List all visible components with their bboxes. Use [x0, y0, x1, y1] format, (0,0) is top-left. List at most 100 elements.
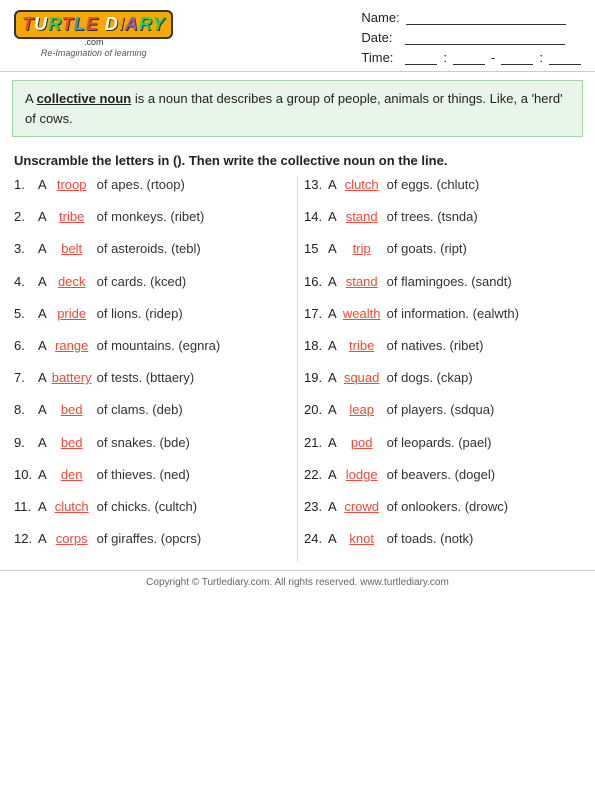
item-num: 4. [14, 273, 38, 291]
instruction: Unscramble the letters in (). Then write… [0, 145, 595, 172]
item-text: of thieves. (ned) [97, 466, 190, 484]
item-num: 8. [14, 401, 38, 419]
item-num: 3. [14, 240, 38, 258]
item-num: 15 [304, 240, 328, 258]
date-label: Date: [361, 30, 399, 45]
left-col: 1.Atroopof apes. (rtoop)2.Atribeof monke… [14, 176, 291, 562]
answer: leap [340, 401, 384, 419]
time-row: Time: : - : [361, 50, 581, 65]
list-item: 24.Aknotof toads. (notk) [304, 530, 581, 548]
item-num: 13. [304, 176, 328, 194]
content: 1.Atroopof apes. (rtoop)2.Atribeof monke… [0, 172, 595, 566]
answer: den [50, 466, 94, 484]
answer: pride [50, 305, 94, 323]
answer: stand [340, 273, 384, 291]
item-text: of natives. (ribet) [387, 337, 484, 355]
item-a: A [38, 530, 47, 548]
list-item: 9.Abedof snakes. (bde) [14, 434, 291, 452]
item-num: 9. [14, 434, 38, 452]
item-text: of toads. (notk) [387, 530, 474, 548]
item-text: of lions. (ridep) [97, 305, 183, 323]
answer: bed [50, 401, 94, 419]
answer: belt [50, 240, 94, 258]
list-item: 18.Atribeof natives. (ribet) [304, 337, 581, 355]
item-text: of dogs. (ckap) [387, 369, 473, 387]
answer: deck [50, 273, 94, 291]
item-text: of flamingoes. (sandt) [387, 273, 512, 291]
item-a: A [38, 369, 47, 387]
list-item: 16.Astandof flamingoes. (sandt) [304, 273, 581, 291]
list-item: 17.Awealthof information. (ealwth) [304, 305, 581, 323]
item-a: A [328, 498, 337, 516]
item-text: of cards. (kced) [97, 273, 187, 291]
answer: crowd [340, 498, 384, 516]
item-text: of clams. (deb) [97, 401, 183, 419]
list-item: 23.Acrowdof onlookers. (drowc) [304, 498, 581, 516]
item-num: 11. [14, 498, 38, 516]
item-num: 17. [304, 305, 328, 323]
item-num: 5. [14, 305, 38, 323]
definition-before: A [25, 91, 37, 106]
list-item: 5.Aprideof lions. (ridep) [14, 305, 291, 323]
list-item: 2.Atribeof monkeys. (ribet) [14, 208, 291, 226]
item-num: 19. [304, 369, 328, 387]
item-a: A [328, 434, 337, 452]
item-text: of leopards. (pael) [387, 434, 492, 452]
list-item: 21.Apodof leopards. (pael) [304, 434, 581, 452]
answer: lodge [340, 466, 384, 484]
list-item: 6.Arangeof mountains. (egnra) [14, 337, 291, 355]
header: TURTLE DIARY .com Re-Imagination of lear… [0, 0, 595, 72]
item-a: A [328, 273, 337, 291]
answer: troop [50, 176, 94, 194]
item-a: A [38, 208, 47, 226]
item-num: 16. [304, 273, 328, 291]
item-a: A [38, 240, 47, 258]
answer: clutch [50, 498, 94, 516]
answer: wealth [340, 305, 384, 323]
item-a: A [328, 176, 337, 194]
answer: corps [50, 530, 94, 548]
answer: knot [340, 530, 384, 548]
item-a: A [328, 240, 337, 258]
item-num: 23. [304, 498, 328, 516]
item-text: of players. (sdqua) [387, 401, 495, 419]
item-a: A [328, 466, 337, 484]
answer: range [50, 337, 94, 355]
time-line1 [405, 51, 437, 65]
column-divider [297, 176, 298, 562]
collective-noun-bold: collective noun [37, 91, 132, 106]
item-num: 14. [304, 208, 328, 226]
item-text: of giraffes. (opcrs) [97, 530, 202, 548]
list-item: 14.Astandof trees. (tsnda) [304, 208, 581, 226]
item-text: of mountains. (egnra) [97, 337, 221, 355]
logo: TURTLE DIARY [14, 10, 173, 39]
list-item: 15Atripof goats. (ript) [304, 240, 581, 258]
logo-com: .com [84, 37, 104, 47]
item-num: 6. [14, 337, 38, 355]
answer: trip [340, 240, 384, 258]
list-item: 10.Adenof thieves. (ned) [14, 466, 291, 484]
item-a: A [38, 305, 47, 323]
logo-tagline: Re-Imagination of learning [41, 48, 147, 58]
item-text: of information. (ealwth) [387, 305, 519, 323]
name-row: Name: [361, 10, 581, 25]
item-text: of beavers. (dogel) [387, 466, 495, 484]
list-item: 8.Abedof clams. (deb) [14, 401, 291, 419]
item-a: A [38, 434, 47, 452]
item-num: 21. [304, 434, 328, 452]
list-item: 3.Abeltof asteroids. (tebl) [14, 240, 291, 258]
item-num: 22. [304, 466, 328, 484]
item-num: 12. [14, 530, 38, 548]
list-item: 4.Adeckof cards. (kced) [14, 273, 291, 291]
answer: pod [340, 434, 384, 452]
answer: tribe [50, 208, 94, 226]
answer: stand [340, 208, 384, 226]
item-num: 18. [304, 337, 328, 355]
list-item: 11.Aclutchof chicks. (cultch) [14, 498, 291, 516]
time-sep3: : [539, 50, 543, 65]
item-a: A [328, 208, 337, 226]
definition-box: A collective noun is a noun that describ… [12, 80, 583, 137]
item-text: of goats. (ript) [387, 240, 467, 258]
item-a: A [38, 273, 47, 291]
item-num: 20. [304, 401, 328, 419]
